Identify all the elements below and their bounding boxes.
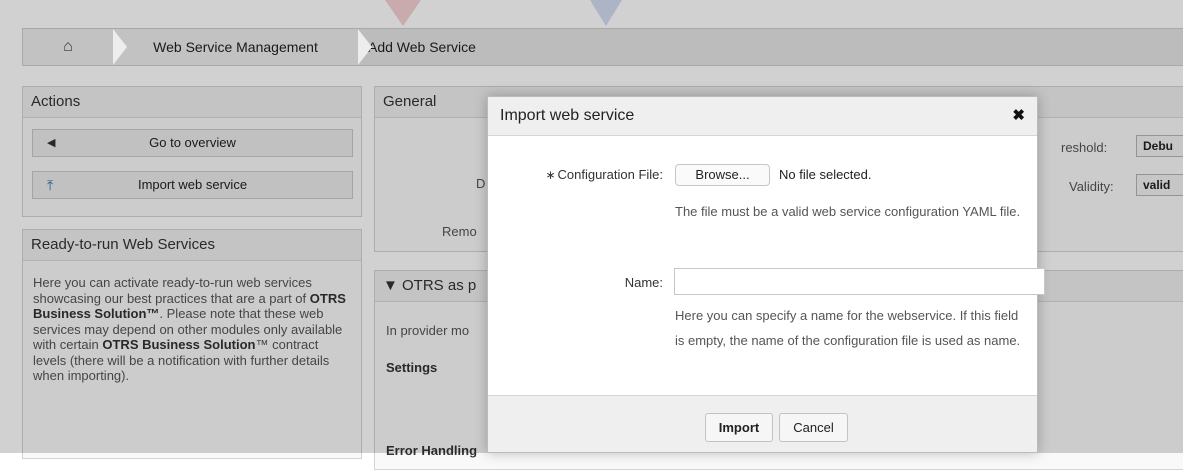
dialog-title: Import web service (500, 107, 635, 124)
import-button[interactable]: Import (705, 413, 773, 442)
cancel-button[interactable]: Cancel (779, 413, 848, 442)
name-input[interactable] (674, 268, 1045, 295)
required-marker: ∗ (545, 168, 556, 182)
close-icon[interactable]: ✖ (1012, 97, 1025, 135)
configuration-file-hint: The file must be a valid web service con… (675, 204, 1021, 219)
browse-button[interactable]: Browse... (675, 164, 770, 186)
name-hint: Here you can specify a name for the webs… (675, 308, 1021, 348)
dialog-header: Import web service ✖ (488, 97, 1037, 136)
configuration-file-label: ∗ Configuration File: (545, 167, 663, 182)
dialog-footer: Import Cancel (488, 395, 1037, 452)
import-web-service-dialog: Import web service ✖ ∗ Configuration File… (487, 96, 1045, 453)
name-label: Name: (624, 275, 663, 290)
no-file-selected-text: No file selected. (779, 167, 872, 182)
